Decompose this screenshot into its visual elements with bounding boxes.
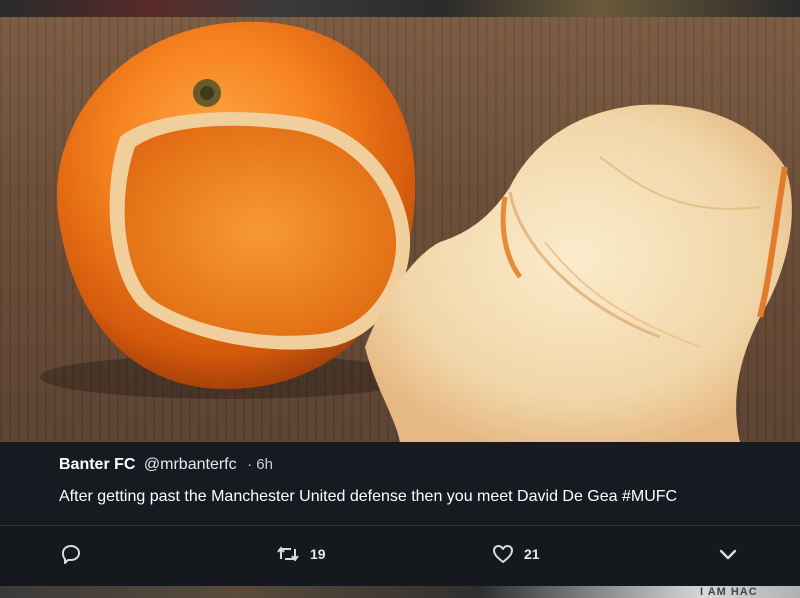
tweet-card[interactable]: Banter FC @mrbanterfc · 6h After getting… (0, 442, 800, 526)
heart-icon (492, 543, 514, 565)
author-name[interactable]: Banter FC (59, 456, 135, 473)
peel-piece (365, 104, 792, 442)
tweet-image[interactable] (0, 17, 800, 442)
more-options-button[interactable] (718, 543, 738, 565)
tweet-author-line: Banter FC @mrbanterfc · 6h (59, 456, 273, 474)
like-count: 21 (524, 546, 540, 562)
tweet-action-bar: 19 21 (0, 526, 800, 586)
retweet-icon (276, 543, 300, 565)
tweet-text: After getting past the Manchester United… (59, 488, 678, 505)
author-handle[interactable]: @mrbanterfc (144, 456, 237, 473)
background-thumbnail-text: I AM HAC (700, 586, 758, 598)
tweet-timestamp[interactable]: · 6h (247, 456, 273, 473)
chevron-down-icon (718, 543, 738, 565)
background-thumbnails-top (0, 0, 800, 17)
like-button[interactable]: 21 (492, 543, 540, 565)
retweet-count: 19 (310, 546, 326, 562)
background-thumbnails-bottom (0, 586, 800, 598)
retweet-button[interactable]: 19 (276, 543, 326, 565)
reply-icon (60, 543, 82, 565)
orange-peel-illustration (40, 21, 792, 442)
reply-button[interactable] (60, 543, 82, 565)
